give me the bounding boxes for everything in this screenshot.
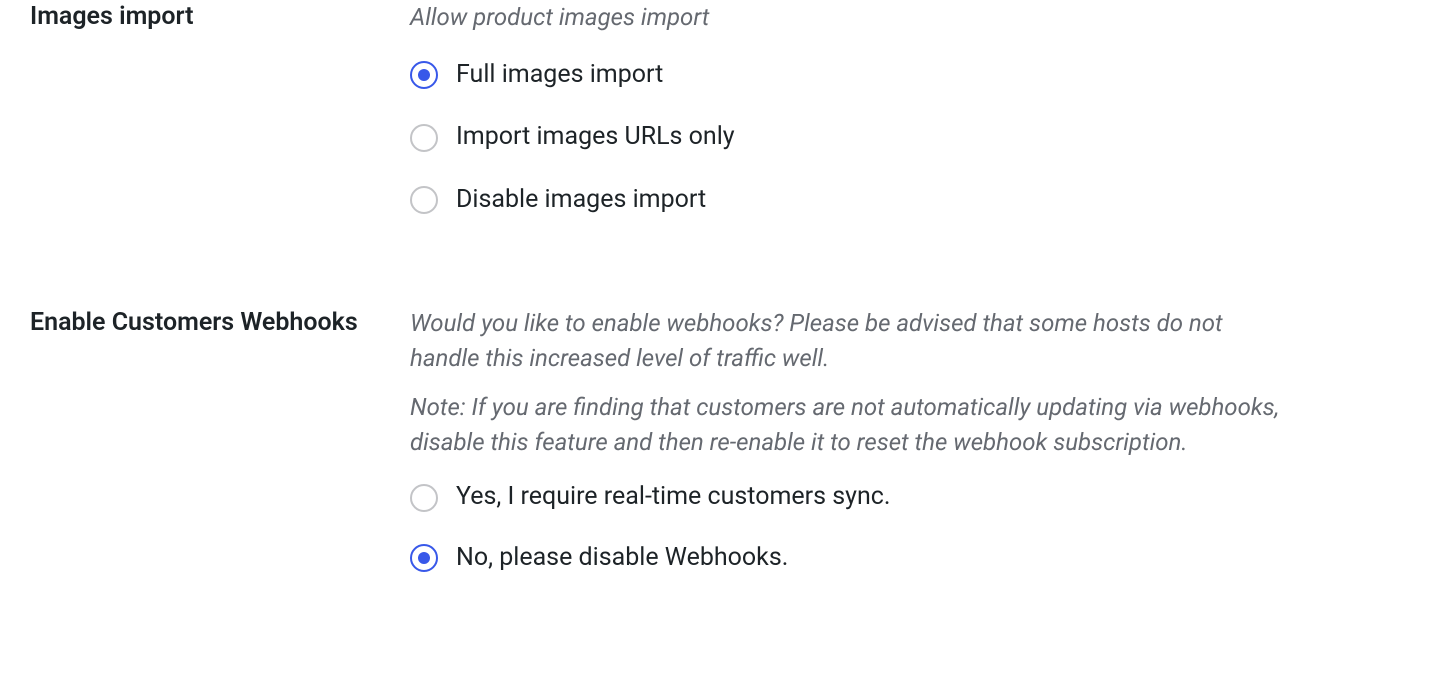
images-import-radio-group: Full images import Import images URLs on… bbox=[410, 59, 1280, 217]
images-import-option-full[interactable]: Full images import bbox=[410, 59, 1280, 92]
customers-webhooks-content: Would you like to enable webhooks? Pleas… bbox=[410, 306, 1280, 602]
radio-label: Yes, I require real-time customers sync. bbox=[456, 481, 890, 514]
images-import-option-disable[interactable]: Disable images import bbox=[410, 184, 1280, 217]
images-import-helper: Allow product images import bbox=[410, 0, 1280, 35]
radio-icon bbox=[410, 544, 438, 572]
images-import-section: Images import Allow product images impor… bbox=[30, 0, 1422, 216]
customers-webhooks-option-no[interactable]: No, please disable Webhooks. bbox=[410, 542, 1280, 575]
customers-webhooks-helper-2: Note: If you are finding that customers … bbox=[410, 390, 1280, 460]
radio-icon bbox=[410, 124, 438, 152]
radio-label: Disable images import bbox=[456, 184, 706, 217]
customers-webhooks-section: Enable Customers Webhooks Would you like… bbox=[30, 306, 1422, 602]
customers-webhooks-label: Enable Customers Webhooks bbox=[30, 306, 410, 340]
radio-label: Import images URLs only bbox=[456, 121, 735, 154]
radio-icon bbox=[410, 484, 438, 512]
images-import-label: Images import bbox=[30, 0, 410, 34]
radio-label: No, please disable Webhooks. bbox=[456, 542, 788, 575]
radio-icon bbox=[410, 61, 438, 89]
images-import-option-urls[interactable]: Import images URLs only bbox=[410, 121, 1280, 154]
images-import-content: Allow product images import Full images … bbox=[410, 0, 1280, 216]
radio-label: Full images import bbox=[456, 59, 663, 92]
customers-webhooks-radio-group: Yes, I require real-time customers sync.… bbox=[410, 481, 1280, 574]
customers-webhooks-option-yes[interactable]: Yes, I require real-time customers sync. bbox=[410, 481, 1280, 514]
radio-icon bbox=[410, 186, 438, 214]
customers-webhooks-helper-1: Would you like to enable webhooks? Pleas… bbox=[410, 306, 1280, 376]
